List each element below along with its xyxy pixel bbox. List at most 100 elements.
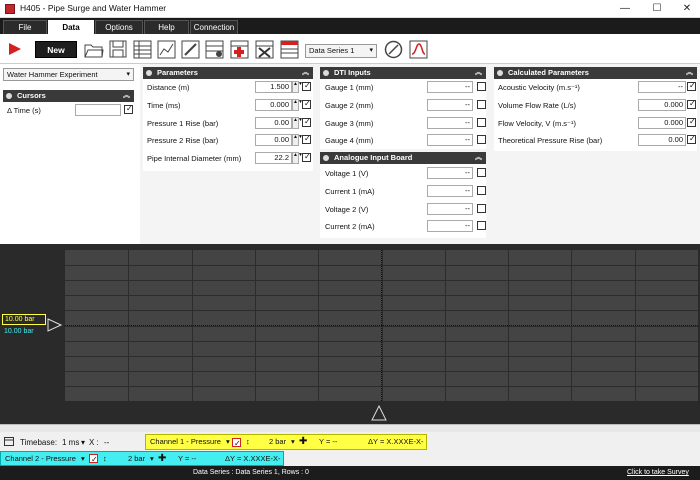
open-folder-icon[interactable]: [84, 40, 104, 59]
dti-header[interactable]: DTI Inputs ︽: [320, 67, 486, 79]
cursors-header[interactable]: Cursors ︽: [3, 90, 134, 102]
collapse-icon[interactable]: ︽: [123, 90, 130, 102]
tab-connection[interactable]: Connection: [190, 20, 238, 34]
survey-link[interactable]: Click to take Survey: [627, 466, 689, 480]
dti-checkbox-3[interactable]: [477, 135, 486, 145]
vertical-scale-icon[interactable]: ↕: [246, 435, 250, 449]
trigger-position-icon[interactable]: [371, 405, 387, 421]
vertical-scale-icon[interactable]: ↕: [103, 452, 107, 465]
param-checkbox-0[interactable]: [302, 81, 311, 91]
play-icon[interactable]: [8, 42, 22, 56]
waveform-icon[interactable]: [409, 40, 428, 59]
param-field-2[interactable]: 0.00: [255, 116, 292, 129]
param-spinner-4[interactable]: ▲▼: [292, 152, 303, 165]
trigger-level-icon[interactable]: [47, 318, 62, 332]
table-icon[interactable]: [133, 40, 152, 59]
chevron-down-icon[interactable]: ▾: [291, 435, 295, 449]
dti-field-3[interactable]: --: [427, 134, 473, 147]
channel2-scale[interactable]: 2 bar: [128, 452, 145, 465]
dti-field-1[interactable]: --: [427, 98, 473, 111]
calc-field-0[interactable]: --: [638, 81, 686, 93]
param-checkbox-4[interactable]: [302, 152, 311, 163]
analogue-field-1[interactable]: --: [427, 184, 473, 197]
parameters-header[interactable]: Parameters ︽: [143, 67, 313, 79]
dti-checkbox-2[interactable]: [477, 117, 486, 127]
data-series-select[interactable]: Data Series 1 ▾: [305, 44, 377, 58]
maximize-button[interactable]: ☐: [642, 0, 672, 18]
new-button[interactable]: New: [35, 41, 77, 58]
delta-time-checkbox[interactable]: [124, 104, 133, 114]
analogue-header[interactable]: Analogue Input Board ︽: [320, 152, 486, 164]
analogue-checkbox-1[interactable]: [477, 185, 486, 195]
calculated-header[interactable]: Calculated Parameters ︽: [494, 67, 697, 79]
tab-help[interactable]: Help: [144, 20, 189, 34]
graph-icon[interactable]: [157, 40, 176, 59]
calc-checkbox-0[interactable]: [687, 81, 696, 91]
param-field-4[interactable]: 22.2: [255, 152, 292, 165]
channel1-name[interactable]: Channel 1 - Pressure: [150, 435, 221, 449]
channel1-enable-checkbox[interactable]: [232, 437, 241, 451]
close-button[interactable]: ✕: [672, 0, 700, 18]
analogue-checkbox-2[interactable]: [477, 203, 486, 213]
param-spinner-3[interactable]: ▲▼: [292, 134, 303, 147]
calc-checkbox-3[interactable]: [687, 134, 696, 145]
param-field-3[interactable]: 0.00: [255, 134, 292, 147]
param-checkbox-3[interactable]: [302, 134, 311, 145]
crosshair-icon[interactable]: ✚: [158, 452, 166, 465]
param-field-0[interactable]: 1.500: [255, 81, 292, 93]
param-spinner-2[interactable]: ▲▼: [292, 116, 303, 129]
minimize-button[interactable]: —: [610, 0, 640, 18]
dti-field-2[interactable]: --: [427, 116, 473, 129]
collapse-icon[interactable]: ︽: [475, 152, 482, 164]
delete-row-icon[interactable]: [255, 40, 274, 59]
dti-field-0[interactable]: --: [427, 81, 473, 93]
calc-field-1[interactable]: 0.000: [638, 98, 686, 111]
chevron-down-icon[interactable]: ▾: [81, 438, 85, 447]
calc-field-2[interactable]: 0.000: [638, 116, 686, 129]
calc-checkbox-1[interactable]: [687, 99, 696, 109]
param-checkbox-1[interactable]: [302, 99, 311, 109]
analogue-checkbox-0[interactable]: [477, 168, 486, 177]
scope-grid[interactable]: [65, 250, 698, 401]
clear-table-icon[interactable]: [280, 40, 299, 59]
channel2-name[interactable]: Channel 2 - Pressure: [5, 452, 76, 465]
chevron-down-icon[interactable]: ▾: [150, 452, 154, 465]
collapse-icon[interactable]: ︽: [302, 67, 309, 79]
analogue-field-2[interactable]: --: [427, 202, 473, 215]
channel1-marker[interactable]: 10.00 bar: [2, 314, 46, 325]
timebase-value[interactable]: 1 ms: [62, 438, 79, 447]
crosshair-icon[interactable]: ✚: [299, 435, 307, 449]
add-row-icon[interactable]: [230, 40, 249, 59]
collapse-icon[interactable]: ︽: [686, 67, 693, 79]
param-checkbox-2[interactable]: [302, 117, 311, 127]
channel2-enable-checkbox[interactable]: [89, 453, 98, 466]
horizontal-scrollbar[interactable]: [0, 424, 700, 432]
experiment-select[interactable]: Water Hammer Experiment ▾: [3, 68, 134, 81]
channel1-scale[interactable]: 2 bar: [269, 435, 286, 449]
param-field-1[interactable]: 0.000: [255, 98, 292, 111]
analogue-field-3[interactable]: --: [427, 220, 473, 233]
gauge-icon[interactable]: [384, 40, 403, 59]
delta-time-field[interactable]: [75, 104, 121, 116]
chevron-down-icon[interactable]: ▾: [81, 452, 85, 465]
tab-data[interactable]: Data: [48, 20, 94, 34]
calc-checkbox-2[interactable]: [687, 117, 696, 127]
dti-checkbox-1[interactable]: [477, 99, 486, 109]
analogue-checkbox-3[interactable]: [477, 221, 486, 231]
chevron-down-icon[interactable]: ▾: [226, 435, 230, 449]
edit-icon[interactable]: [181, 40, 200, 59]
dti-label-2: Gauge 3 (mm): [325, 118, 374, 128]
bullet-icon: [323, 155, 329, 161]
table-settings-icon[interactable]: [205, 40, 224, 59]
tab-options[interactable]: Options: [95, 20, 143, 34]
param-spinner-1[interactable]: ▲▼: [292, 98, 303, 111]
collapse-icon[interactable]: ︽: [475, 67, 482, 79]
channel2-marker[interactable]: 10.00 bar: [4, 328, 34, 335]
calc-field-3[interactable]: 0.00: [638, 134, 686, 147]
save-icon[interactable]: [109, 40, 128, 59]
tab-file[interactable]: File: [3, 20, 47, 34]
analogue-field-0[interactable]: --: [427, 167, 473, 179]
table-icon[interactable]: [4, 437, 14, 446]
dti-checkbox-0[interactable]: [477, 82, 486, 91]
param-spinner-0[interactable]: ▲▼: [292, 81, 303, 93]
